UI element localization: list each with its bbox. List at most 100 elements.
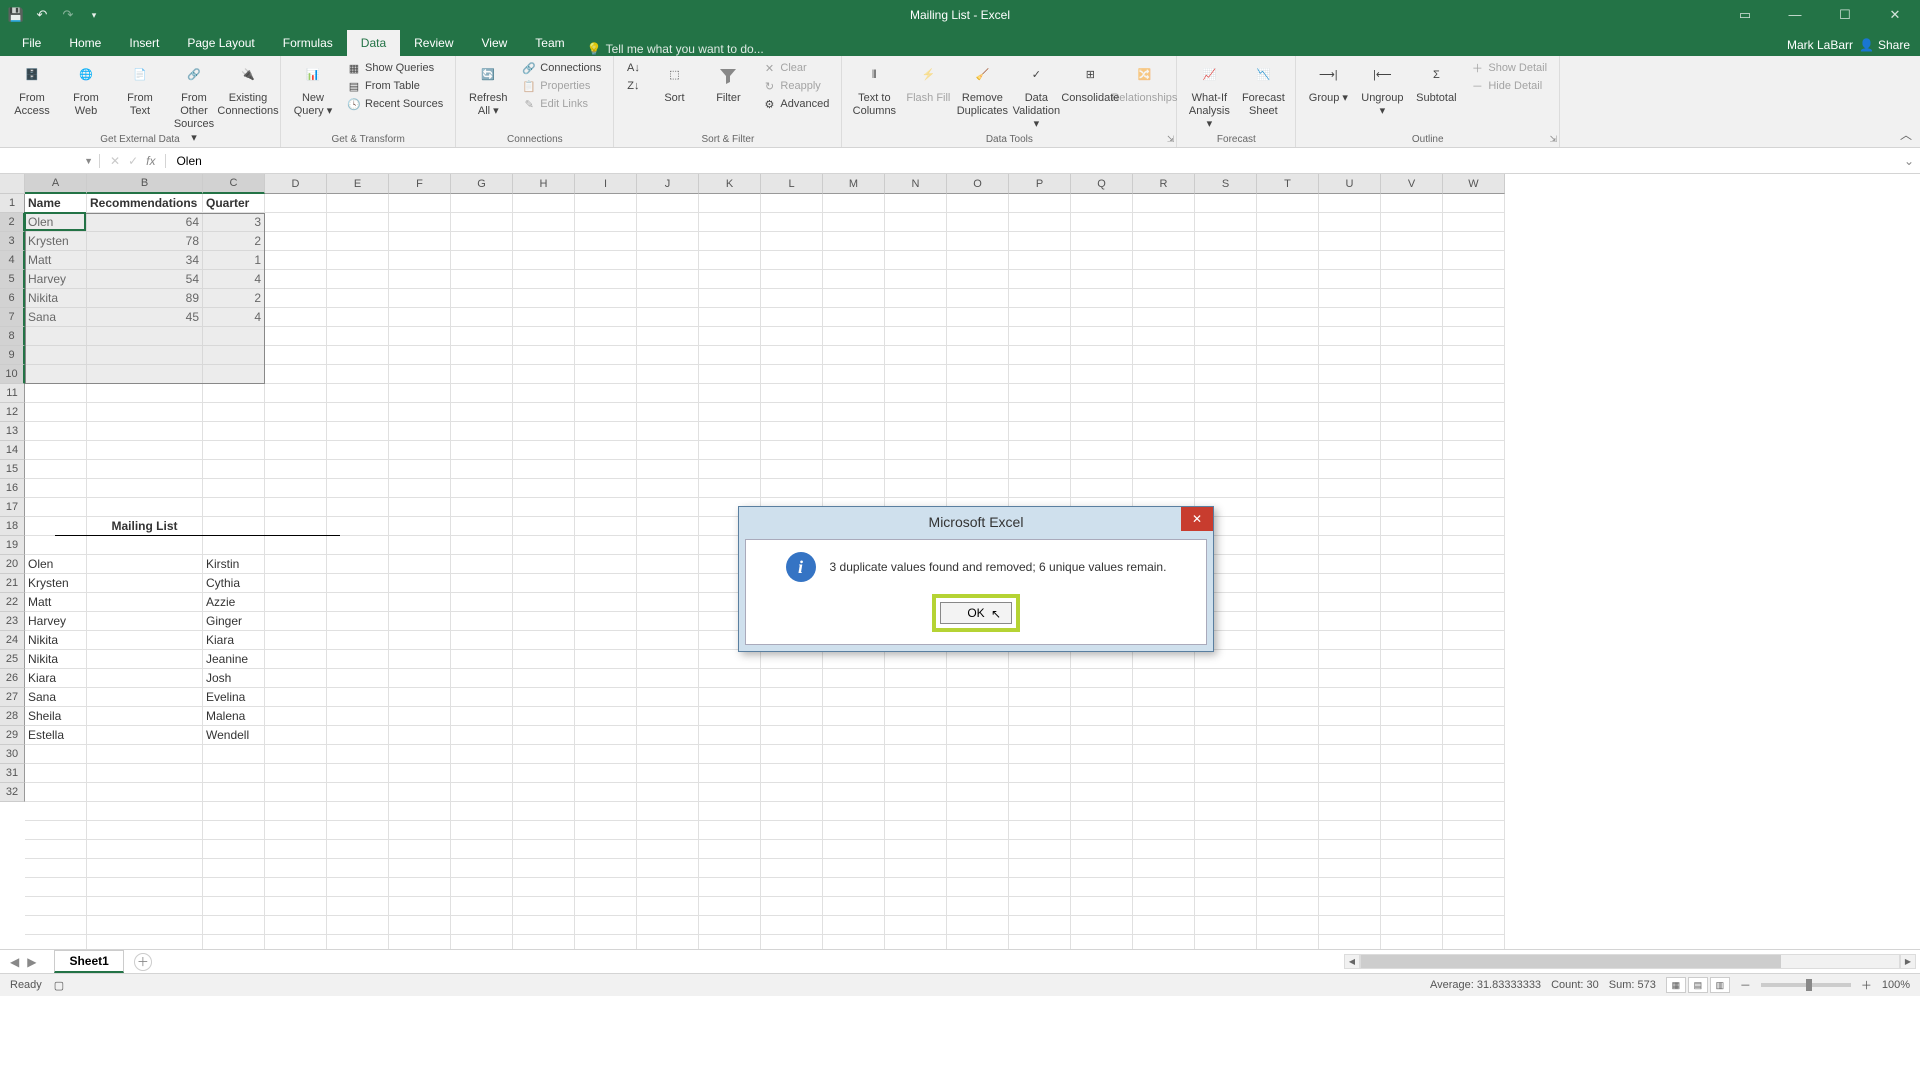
ungroup-button[interactable]: |⟵Ungroup ▾ [1358, 60, 1406, 120]
row-header-27[interactable]: 27 [0, 688, 25, 707]
whatif-button[interactable]: 📈What-If Analysis ▾ [1185, 60, 1233, 134]
recent-sources-button[interactable]: 🕓Recent Sources [343, 96, 447, 112]
cell-C1[interactable]: Quarter [203, 194, 265, 213]
col-header-I[interactable]: I [575, 174, 637, 194]
cell-C23[interactable]: Ginger [203, 612, 265, 631]
flash-fill-button[interactable]: ⚡Flash Fill [904, 60, 952, 107]
row-header-5[interactable]: 5 [0, 270, 25, 289]
fx-icon[interactable]: fx [146, 154, 155, 168]
cell-B6[interactable]: 89 [87, 289, 203, 308]
connections-button[interactable]: 🔗Connections [518, 60, 605, 76]
col-header-F[interactable]: F [389, 174, 451, 194]
row-header-14[interactable]: 14 [0, 441, 25, 460]
forecast-sheet-button[interactable]: 📉Forecast Sheet [1239, 60, 1287, 120]
cell-C2[interactable]: 3 [203, 213, 265, 232]
hide-detail-button[interactable]: －Hide Detail [1466, 78, 1551, 94]
col-header-U[interactable]: U [1319, 174, 1381, 194]
col-header-L[interactable]: L [761, 174, 823, 194]
cell-B2[interactable]: 64 [87, 213, 203, 232]
cell-A7[interactable]: Sana [25, 308, 87, 327]
sheet-tab-active[interactable]: Sheet1 [54, 950, 123, 973]
page-break-view-icon[interactable]: ▥ [1710, 977, 1730, 993]
group-launcher-icon[interactable]: ⇲ [1167, 134, 1175, 145]
zoom-level[interactable]: 100% [1882, 979, 1910, 991]
row-header-16[interactable]: 16 [0, 479, 25, 498]
zoom-out-icon[interactable]: － [1740, 977, 1751, 993]
cell-A21[interactable]: Krysten [25, 574, 87, 593]
row-header-1[interactable]: 1 [0, 194, 25, 213]
row-header-3[interactable]: 3 [0, 232, 25, 251]
cell-A1[interactable]: Name [25, 194, 87, 213]
macro-record-icon[interactable]: ▢ [54, 979, 64, 992]
from-text-button[interactable]: 📄From Text [116, 60, 164, 120]
col-header-A[interactable]: A [25, 174, 87, 194]
cell-B18[interactable]: Mailing List [87, 517, 203, 536]
text-to-columns-button[interactable]: ⫴Text to Columns [850, 60, 898, 120]
col-header-V[interactable]: V [1381, 174, 1443, 194]
consolidate-button[interactable]: ⊞Consolidate [1066, 60, 1114, 107]
col-header-W[interactable]: W [1443, 174, 1505, 194]
tab-review[interactable]: Review [400, 30, 467, 56]
show-queries-button[interactable]: ▦Show Queries [343, 60, 447, 76]
cell-C29[interactable]: Wendell [203, 726, 265, 745]
cell-A29[interactable]: Estella [25, 726, 87, 745]
row-header-4[interactable]: 4 [0, 251, 25, 270]
save-icon[interactable]: 💾 [8, 7, 24, 23]
cell-C20[interactable]: Kirstin [203, 555, 265, 574]
row-header-7[interactable]: 7 [0, 308, 25, 327]
col-header-M[interactable]: M [823, 174, 885, 194]
cell-C3[interactable]: 2 [203, 232, 265, 251]
col-header-C[interactable]: C [203, 174, 265, 194]
relationships-button[interactable]: 🔀Relationships [1120, 60, 1168, 107]
cell-A28[interactable]: Sheila [25, 707, 87, 726]
row-header-31[interactable]: 31 [0, 764, 25, 783]
col-header-O[interactable]: O [947, 174, 1009, 194]
existing-connections-button[interactable]: 🔌Existing Connections [224, 60, 272, 120]
cell-C27[interactable]: Evelina [203, 688, 265, 707]
ribbon-display-icon[interactable]: ▭ [1730, 7, 1760, 23]
row-header-9[interactable]: 9 [0, 346, 25, 365]
col-header-T[interactable]: T [1257, 174, 1319, 194]
new-query-button[interactable]: 📊New Query ▾ [289, 60, 337, 120]
refresh-all-button[interactable]: 🔄Refresh All ▾ [464, 60, 512, 120]
tab-file[interactable]: File [8, 30, 55, 56]
hscroll-thumb[interactable] [1361, 955, 1781, 968]
cell-C25[interactable]: Jeanine [203, 650, 265, 669]
row-header-30[interactable]: 30 [0, 745, 25, 764]
cell-A2[interactable]: Olen [25, 213, 87, 232]
remove-duplicates-button[interactable]: 🧹Remove Duplicates [958, 60, 1006, 120]
sort-az-button[interactable]: A↓ [622, 60, 644, 76]
group-launcher-icon[interactable]: ⇲ [1550, 134, 1558, 145]
cell-A23[interactable]: Harvey [25, 612, 87, 631]
row-header-28[interactable]: 28 [0, 707, 25, 726]
row-header-20[interactable]: 20 [0, 555, 25, 574]
cell-A5[interactable]: Harvey [25, 270, 87, 289]
row-header-32[interactable]: 32 [0, 783, 25, 802]
cancel-formula-icon[interactable]: ✕ [110, 154, 120, 168]
row-header-8[interactable]: 8 [0, 327, 25, 346]
cell-A24[interactable]: Nikita [25, 631, 87, 650]
col-header-N[interactable]: N [885, 174, 947, 194]
row-header-12[interactable]: 12 [0, 403, 25, 422]
cell-A25[interactable]: Nikita [25, 650, 87, 669]
col-header-Q[interactable]: Q [1071, 174, 1133, 194]
hscroll-right-icon[interactable]: ▶ [1900, 954, 1916, 969]
group-button[interactable]: ⟶|Group ▾ [1304, 60, 1352, 107]
row-header-10[interactable]: 10 [0, 365, 25, 384]
row-header-22[interactable]: 22 [0, 593, 25, 612]
cell-A27[interactable]: Sana [25, 688, 87, 707]
cell-B1[interactable]: Recommendations [87, 194, 203, 213]
from-access-button[interactable]: 🗄️From Access [8, 60, 56, 120]
cell-A26[interactable]: Kiara [25, 669, 87, 688]
cell-C6[interactable]: 2 [203, 289, 265, 308]
cell-C4[interactable]: 1 [203, 251, 265, 270]
cell-B3[interactable]: 78 [87, 232, 203, 251]
row-header-17[interactable]: 17 [0, 498, 25, 517]
cell-A3[interactable]: Krysten [25, 232, 87, 251]
close-icon[interactable]: ✕ [1880, 7, 1910, 23]
row-header-13[interactable]: 13 [0, 422, 25, 441]
advanced-filter-button[interactable]: ⚙Advanced [758, 96, 833, 112]
col-header-G[interactable]: G [451, 174, 513, 194]
cell-A6[interactable]: Nikita [25, 289, 87, 308]
tab-team[interactable]: Team [521, 30, 578, 56]
